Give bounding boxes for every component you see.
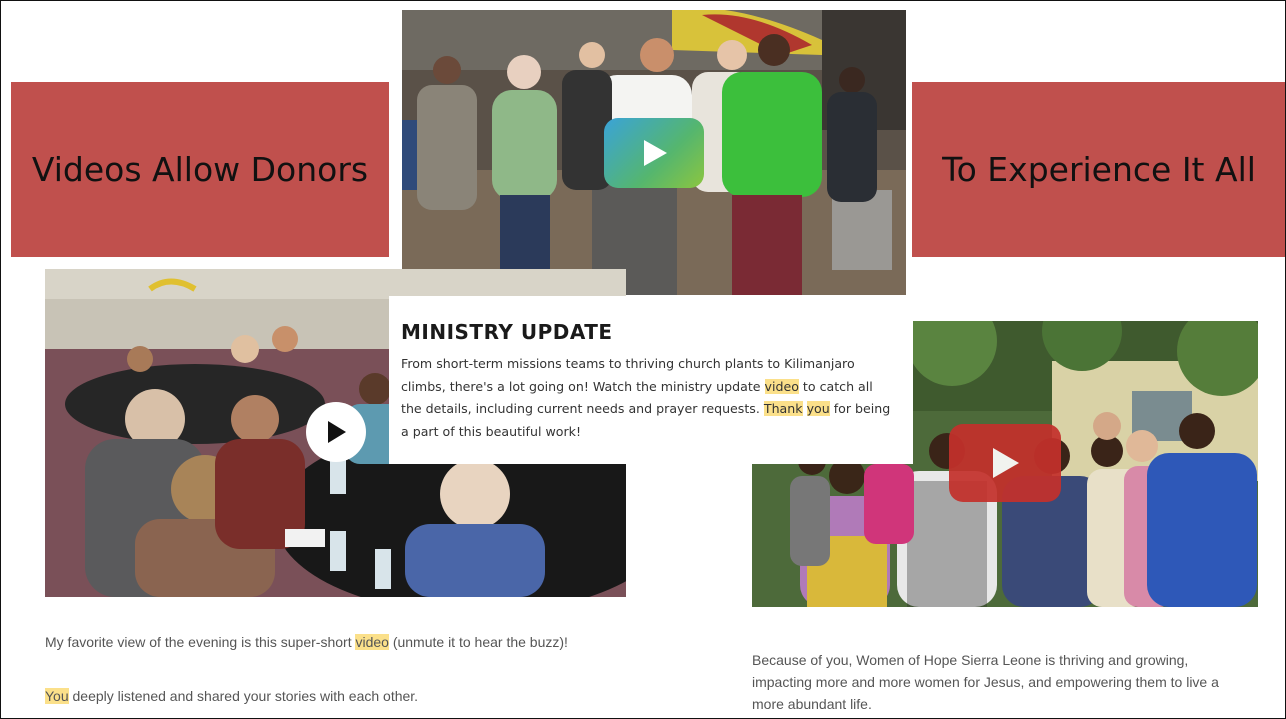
event-caption-line-2: You deeply listened and shared your stor… [45,685,665,707]
play-icon [644,140,667,166]
women-of-hope-caption: Because of you, Women of Hope Sierra Leo… [752,652,1219,712]
banner-right-text: To Experience It All [942,150,1256,189]
event-caption-text-1: My favorite view of the evening is this … [45,634,356,650]
play-icon [328,421,346,443]
highlight-you: you [806,401,830,416]
highlight-video-link[interactable]: video [764,378,799,394]
ministry-update-body: From short-term missions teams to thrivi… [401,353,896,443]
banner-right: To Experience It All [912,82,1285,257]
highlight-video[interactable]: video [355,634,389,650]
highlight-thank: Thank [763,401,803,416]
event-caption-line-1: My favorite view of the evening is this … [45,631,665,653]
event-caption-text-2: (unmute it to hear the buzz)! [388,634,568,650]
slide: Videos Allow Donors To Experience It All [0,0,1286,719]
play-icon [993,448,1019,478]
event-play-button[interactable] [306,402,366,462]
market-video[interactable] [402,10,906,295]
banner-left-text: Videos Allow Donors [31,150,369,189]
market-play-button[interactable] [604,118,704,188]
highlight-you-2: You [45,688,69,704]
event-caption-text-3: deeply listened and shared your stories … [68,688,419,704]
banner-left: Videos Allow Donors [11,82,389,257]
ministry-update-card: MINISTRY UPDATE From short-term missions… [389,296,913,464]
ministry-space [803,401,807,416]
women-of-hope-play-button[interactable] [949,424,1061,502]
ministry-update-title: MINISTRY UPDATE [401,320,613,344]
